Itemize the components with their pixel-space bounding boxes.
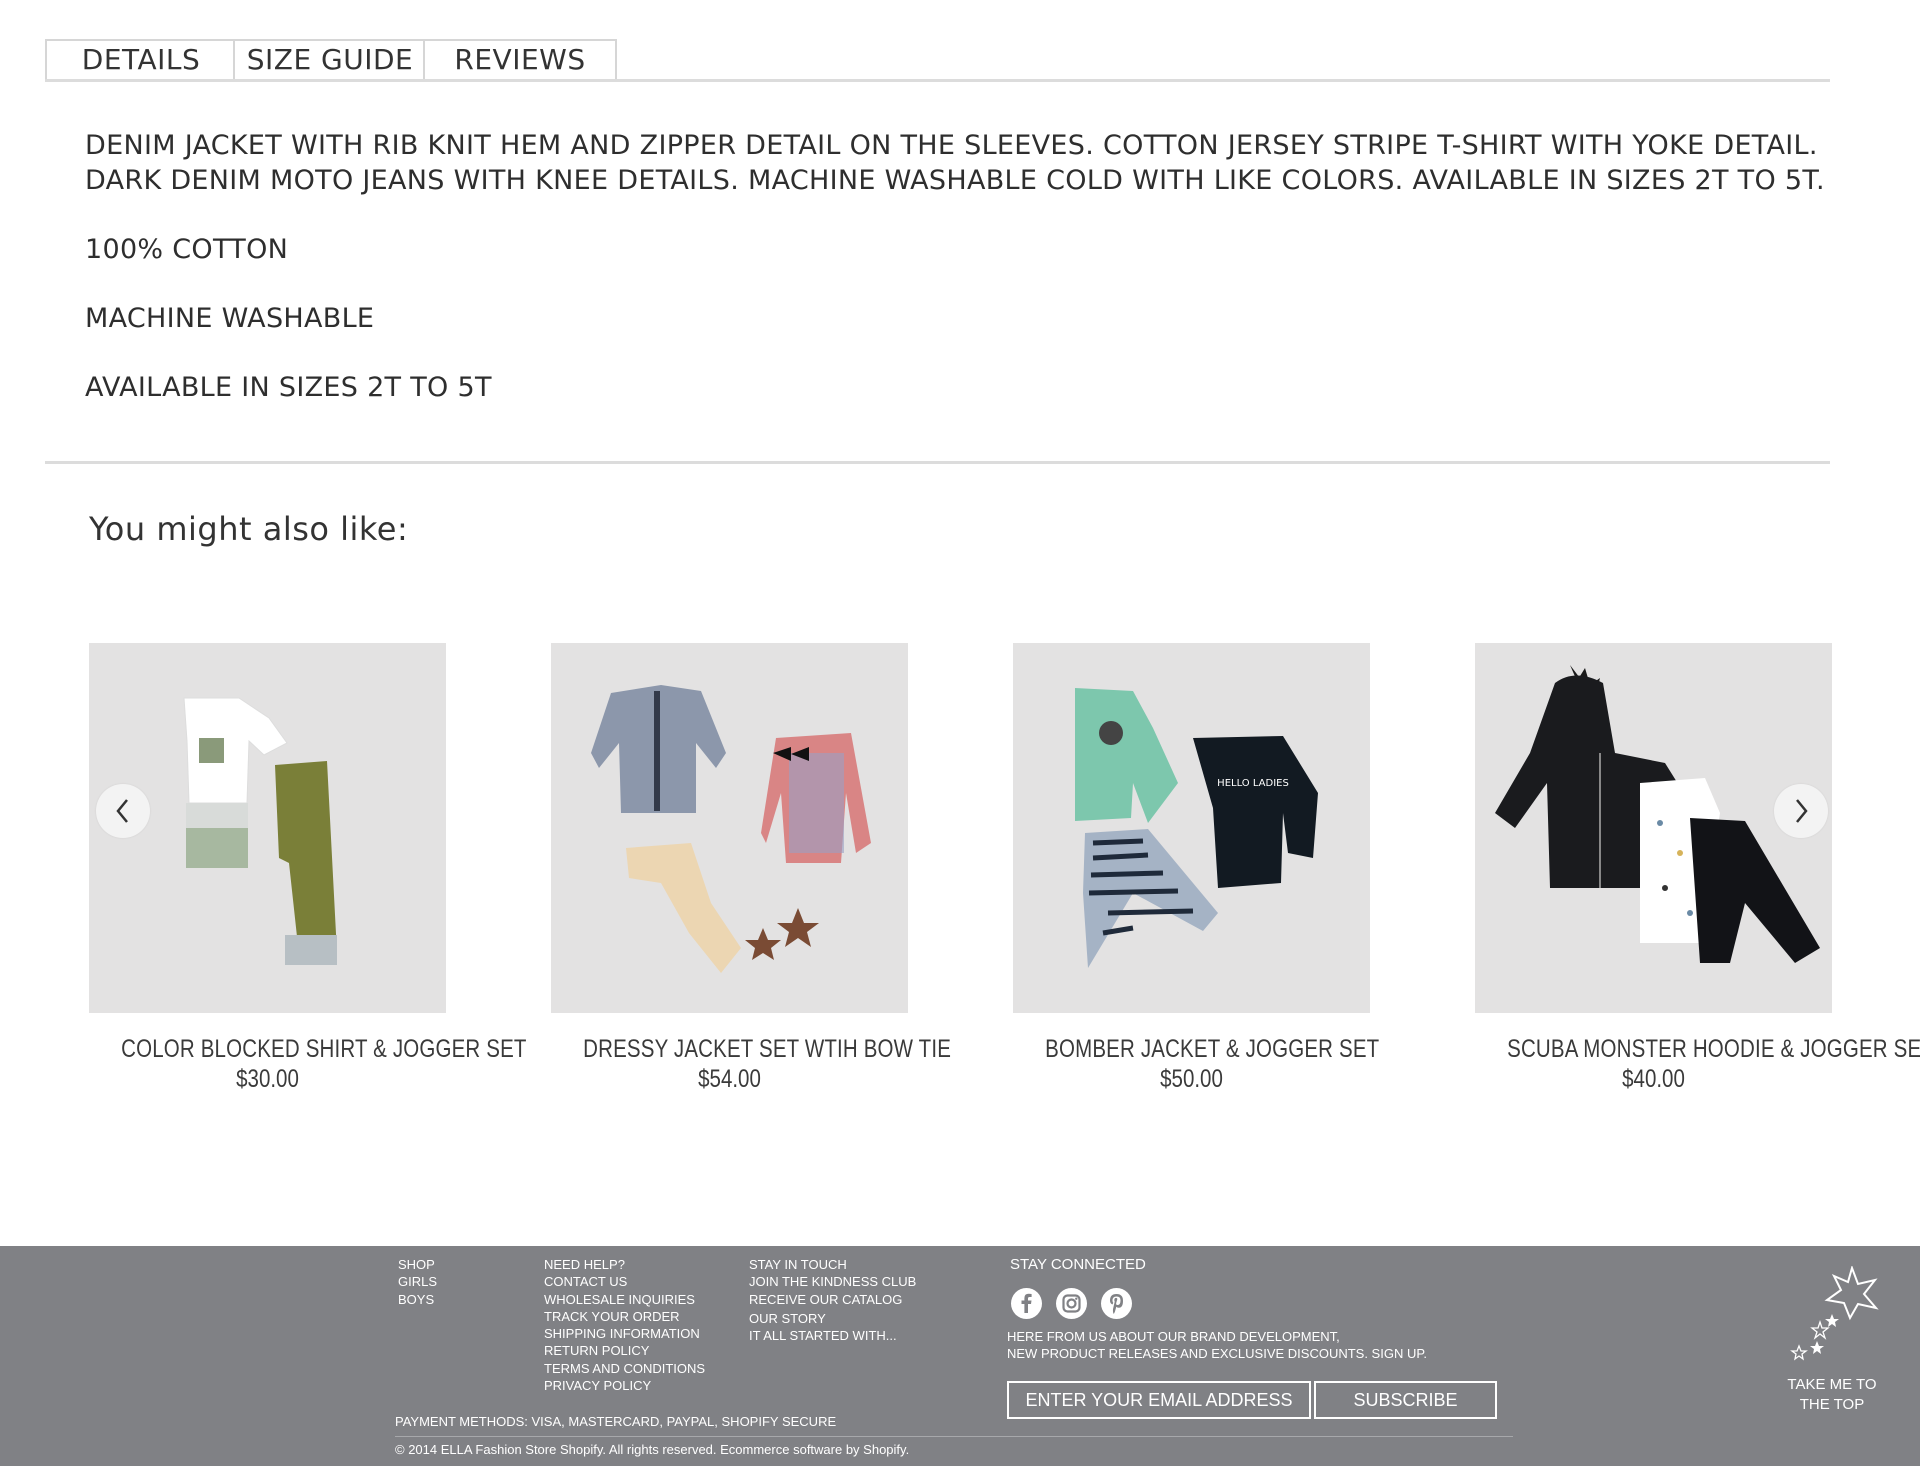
footer-link-returns[interactable]: RETURN POLICY [544, 1342, 705, 1359]
product-card[interactable]: COLOR BLOCKED SHIRT & JOGGER SET $30.00 [89, 643, 526, 1094]
social-links [1011, 1288, 1132, 1319]
product-card[interactable]: SCUBA MONSTER HOODIE & JOGGER SET $40.00 [1475, 643, 1920, 1094]
chevron-right-icon [1796, 799, 1808, 823]
footer-shop-column: SHOP GIRLS BOYS [398, 1256, 437, 1308]
footer-link-started-with[interactable]: IT ALL STARTED WITH... [749, 1327, 916, 1344]
footer-heading-need-help: NEED HELP? [544, 1257, 625, 1272]
back-to-top-label-line: TAKE ME TO [1787, 1376, 1877, 1393]
footer-link-contact[interactable]: CONTACT US [544, 1273, 705, 1290]
copyright: © 2014 ELLA Fashion Store Shopify. All r… [395, 1442, 910, 1457]
spec-sizes: AVAILABLE IN SIZES 2T TO 5T [85, 372, 492, 403]
carousel-prev-button[interactable] [96, 784, 150, 838]
product-image[interactable]: HELLO LADIES [1013, 643, 1370, 1013]
instagram-icon[interactable] [1056, 1288, 1087, 1319]
product-tabs: DETAILS SIZE GUIDE REVIEWS [45, 39, 1830, 82]
product-image[interactable] [551, 643, 908, 1013]
footer-link-terms[interactable]: TERMS AND CONDITIONS [544, 1360, 705, 1377]
description-line: DARK DENIM MOTO JEANS WITH KNEE DETAILS.… [85, 165, 1825, 196]
facebook-icon[interactable] [1011, 1288, 1042, 1319]
footer-link-track-order[interactable]: TRACK YOUR ORDER [544, 1308, 705, 1325]
product-name[interactable]: DRESSY JACKET SET WTIH BOW TIE [583, 1035, 951, 1064]
product-price: $30.00 [236, 1065, 299, 1093]
footer-link-boys[interactable]: BOYS [398, 1291, 437, 1308]
footer-link-our-story[interactable]: OUR STORY [749, 1310, 916, 1327]
stay-connected-heading: STAY CONNECTED [1010, 1256, 1146, 1273]
carousel-next-button[interactable] [1774, 784, 1828, 838]
spec-material: 100% COTTON [85, 234, 289, 265]
related-heading: You might also like: [89, 510, 409, 548]
footer-link-girls[interactable]: GIRLS [398, 1273, 437, 1290]
footer-link-catalog[interactable]: RECEIVE OUR CATALOG [749, 1291, 916, 1308]
footer-heading-stay-in-touch: STAY IN TOUCH [749, 1257, 847, 1272]
back-to-top-label-line: THE TOP [1799, 1396, 1865, 1413]
email-input[interactable] [1007, 1381, 1311, 1419]
tab-details[interactable]: DETAILS [45, 39, 237, 79]
tab-reviews[interactable]: REVIEWS [423, 39, 617, 79]
footer-link-kindness-club[interactable]: JOIN THE KINDNESS CLUB [749, 1273, 916, 1290]
site-footer: SHOP GIRLS BOYS NEED HELP? CONTACT US WH… [0, 1246, 1920, 1466]
footer-link-shipping[interactable]: SHIPPING INFORMATION [544, 1325, 705, 1342]
product-image[interactable] [1475, 643, 1832, 1013]
footer-link-shop[interactable]: SHOP [398, 1256, 437, 1273]
product-price: $54.00 [698, 1065, 761, 1093]
product-price: $50.00 [1160, 1065, 1223, 1093]
product-card[interactable]: HELLO LADIES BOMBER JACKET & JOGGER SET … [1013, 643, 1379, 1094]
chevron-left-icon [116, 799, 128, 823]
footer-divider [395, 1436, 1513, 1437]
footer-link-privacy[interactable]: PRIVACY POLICY [544, 1377, 705, 1394]
pinterest-icon[interactable] [1101, 1288, 1132, 1319]
spec-care: MACHINE WASHABLE [85, 303, 375, 334]
footer-link-wholesale[interactable]: WHOLESALE INQUIRIES [544, 1291, 705, 1308]
product-name[interactable]: BOMBER JACKET & JOGGER SET [1045, 1035, 1379, 1064]
product-card[interactable]: DRESSY JACKET SET WTIH BOW TIE $54.00 [551, 643, 951, 1094]
newsletter-text-line: NEW PRODUCT RELEASES AND EXCLUSIVE DISCO… [1007, 1346, 1427, 1361]
stars-icon [1790, 1264, 1879, 1361]
subscribe-button[interactable]: SUBSCRIBE [1314, 1381, 1497, 1419]
description-line: DENIM JACKET WITH RIB KNIT HEM AND ZIPPE… [85, 130, 1818, 161]
back-to-top-button[interactable]: TAKE ME TO THE TOP [1772, 1264, 1892, 1415]
payment-methods: PAYMENT METHODS: VISA, MASTERCARD, PAYPA… [395, 1414, 837, 1429]
product-description: DENIM JACKET WITH RIB KNIT HEM AND ZIPPE… [85, 128, 1845, 405]
newsletter-text-line: HERE FROM US ABOUT OUR BRAND DEVELOPMENT… [1007, 1329, 1340, 1344]
back-to-top-label: TAKE ME TO THE TOP [1772, 1375, 1892, 1415]
product-price: $40.00 [1622, 1065, 1685, 1093]
footer-help-column: NEED HELP? CONTACT US WHOLESALE INQUIRIE… [544, 1256, 705, 1394]
product-name[interactable]: COLOR BLOCKED SHIRT & JOGGER SET [121, 1035, 526, 1064]
section-divider [45, 461, 1830, 464]
newsletter-text: HERE FROM US ABOUT OUR BRAND DEVELOPMENT… [1007, 1328, 1427, 1362]
tab-size-guide[interactable]: SIZE GUIDE [233, 39, 427, 79]
footer-touch-column: STAY IN TOUCH JOIN THE KINDNESS CLUB REC… [749, 1256, 916, 1344]
shirt-print-text: HELLO LADIES [1217, 778, 1289, 789]
product-name[interactable]: SCUBA MONSTER HOODIE & JOGGER SET [1507, 1035, 1920, 1064]
